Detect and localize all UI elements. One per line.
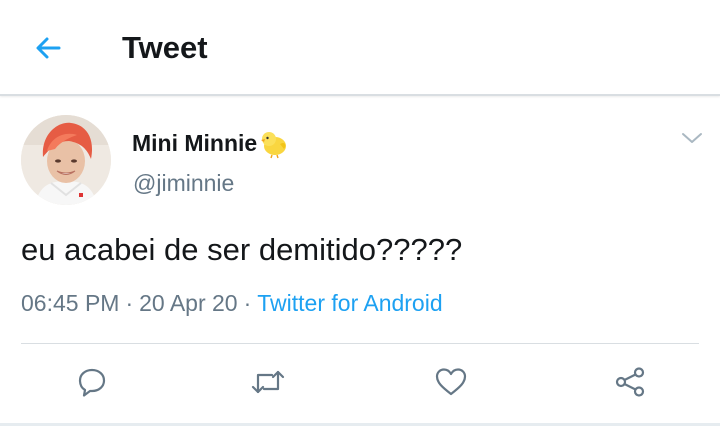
retweet-button[interactable] bbox=[248, 362, 288, 402]
user-handle[interactable]: @jiminnie bbox=[133, 170, 234, 197]
meta-separator: · bbox=[125, 290, 134, 316]
speech-bubble-icon bbox=[78, 368, 106, 397]
chevron-down-icon bbox=[682, 133, 702, 143]
display-name[interactable]: Mini Minnie bbox=[132, 130, 257, 157]
arrow-left-icon bbox=[36, 37, 61, 59]
avatar[interactable] bbox=[21, 115, 111, 205]
avatar-image bbox=[21, 115, 111, 205]
heart-icon bbox=[435, 368, 467, 396]
chick-icon bbox=[261, 132, 287, 159]
reply-button[interactable] bbox=[72, 362, 112, 402]
divider bbox=[21, 343, 699, 344]
tweet-time: 06:45 PM bbox=[21, 290, 120, 316]
like-button[interactable] bbox=[431, 362, 471, 402]
share-icon bbox=[615, 367, 645, 397]
top-bar: Tweet bbox=[0, 0, 720, 96]
tweet-source-link[interactable]: Twitter for Android bbox=[257, 290, 442, 317]
display-name-row[interactable]: Mini Minnie bbox=[132, 126, 290, 160]
retweet-icon bbox=[251, 370, 285, 394]
back-button[interactable] bbox=[26, 26, 70, 70]
more-options-button[interactable] bbox=[678, 128, 706, 148]
tweet-text: eu acabei de ser demitido????? bbox=[21, 232, 463, 267]
meta-separator: · bbox=[243, 290, 252, 316]
tweet-date: 20 Apr 20 bbox=[139, 290, 238, 316]
share-button[interactable] bbox=[610, 362, 650, 402]
page-title: Tweet bbox=[122, 30, 208, 65]
tweet-meta: 06:45 PM · 20 Apr 20 · Twitter for Andro… bbox=[21, 290, 443, 317]
